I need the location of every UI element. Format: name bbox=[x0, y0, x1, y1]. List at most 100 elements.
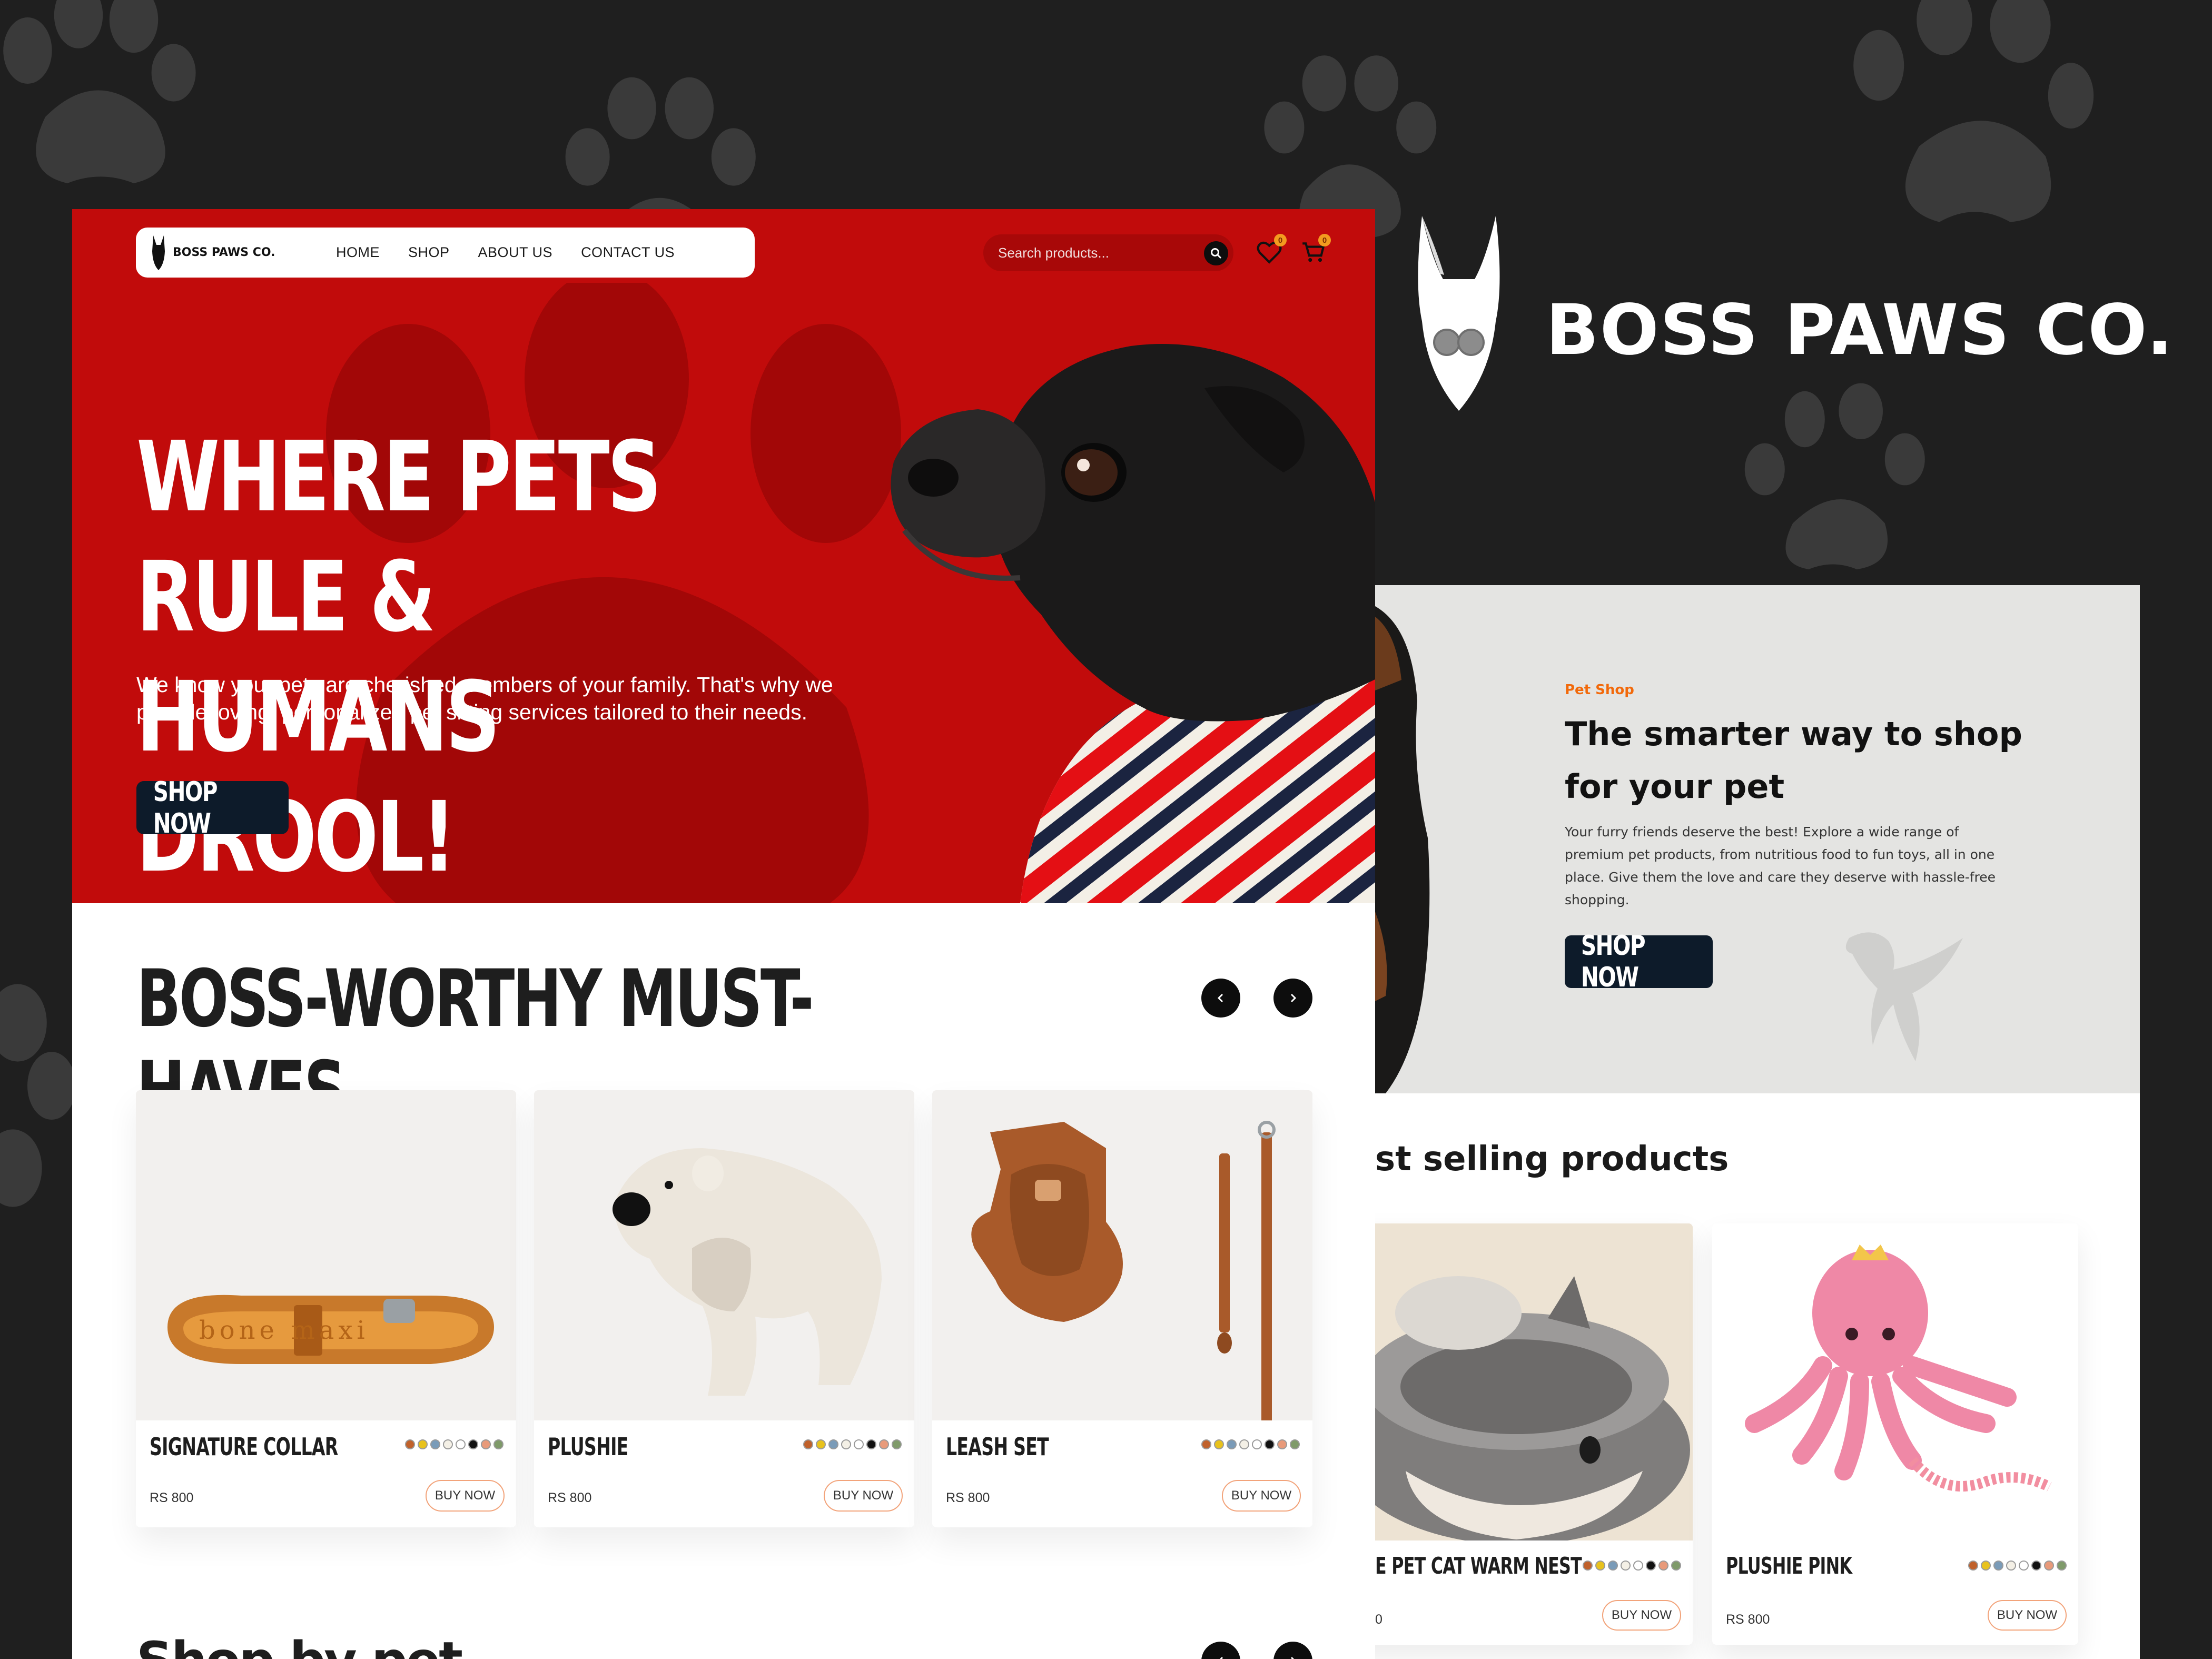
product-card[interactable]: bone maxi SIGNATURE COLLAR RS 800 BUY NO… bbox=[136, 1090, 516, 1527]
search-button[interactable] bbox=[1204, 241, 1228, 265]
color-swatch[interactable] bbox=[481, 1439, 491, 1449]
color-swatch[interactable] bbox=[1671, 1561, 1681, 1571]
color-swatch[interactable] bbox=[2031, 1561, 2041, 1571]
product-card[interactable]: LEASH SET RS 800 BUY NOW bbox=[932, 1090, 1312, 1527]
pet-shop-banner: Pet Shop The smarter way to shop for you… bbox=[1375, 585, 2140, 1093]
logo-text: BOSS PAWS CO. bbox=[173, 246, 275, 259]
best-selling-title: st selling products bbox=[1375, 1140, 1729, 1179]
carousel-next-button[interactable] bbox=[1273, 1642, 1312, 1659]
color-swatch[interactable] bbox=[1595, 1561, 1605, 1571]
color-swatch[interactable] bbox=[2057, 1561, 2067, 1571]
color-swatch[interactable] bbox=[1646, 1561, 1656, 1571]
nav-shop[interactable]: SHOP bbox=[408, 244, 450, 261]
color-swatch[interactable] bbox=[828, 1439, 838, 1449]
paw-print-decoration bbox=[1853, 0, 2094, 222]
color-swatch[interactable] bbox=[1633, 1561, 1643, 1571]
color-swatch[interactable] bbox=[1290, 1439, 1300, 1449]
product-image bbox=[534, 1090, 914, 1420]
brand-name: BOSS PAWS CO. bbox=[1546, 290, 2174, 371]
search-input[interactable] bbox=[998, 244, 1193, 261]
color-swatch[interactable] bbox=[405, 1439, 415, 1449]
product-image bbox=[1375, 1223, 1693, 1545]
banner-shop-now-label: SHOP NOW bbox=[1581, 930, 1646, 993]
color-swatch[interactable] bbox=[2006, 1561, 2016, 1571]
product-card[interactable]: PLUSHIE PINK RS 800 BUY NOW bbox=[1712, 1223, 2078, 1645]
buy-now-button[interactable]: BUY NOW bbox=[1988, 1600, 2067, 1631]
parrot-silhouette-icon bbox=[1845, 932, 1963, 1061]
dachshund-image bbox=[1375, 606, 1430, 1093]
carousel-prev-button[interactable] bbox=[1201, 979, 1240, 1018]
color-swatch[interactable] bbox=[1227, 1439, 1237, 1449]
color-swatch[interactable] bbox=[1968, 1561, 1978, 1571]
logo[interactable]: BOSS PAWS CO. bbox=[152, 235, 310, 270]
nav-contact-us[interactable]: CONTACT US bbox=[581, 244, 675, 261]
banner-title-line-1: The smarter way to shop bbox=[1565, 715, 2022, 753]
carousel-prev-button[interactable] bbox=[1201, 1642, 1240, 1659]
product-price: 0 bbox=[1375, 1612, 1382, 1627]
collar-image: bone maxi bbox=[167, 1295, 494, 1364]
color-swatch[interactable] bbox=[1252, 1439, 1262, 1449]
color-swatches bbox=[803, 1439, 902, 1449]
dog-head-logo-icon bbox=[1418, 216, 1500, 411]
product-card[interactable]: PLUSHIE RS 800 BUY NOW bbox=[534, 1090, 914, 1527]
banner-shop-now-button[interactable]: SHOP NOW bbox=[1565, 930, 1713, 993]
buy-now-button[interactable]: BUY NOW bbox=[824, 1480, 903, 1512]
buy-now-button[interactable]: BUY NOW bbox=[1602, 1600, 1681, 1631]
hero-shop-now-button[interactable]: SHOP NOW bbox=[136, 776, 289, 840]
svg-text:bone maxi: bone maxi bbox=[199, 1316, 369, 1345]
color-swatch[interactable] bbox=[2019, 1561, 2029, 1571]
search-bar bbox=[983, 234, 1233, 271]
cat-warm-nest-image bbox=[1375, 1223, 1693, 1545]
chevron-left-icon bbox=[1219, 1656, 1223, 1659]
product-card[interactable]: E PET CAT WARM NEST 0 BUY NOW bbox=[1375, 1223, 1693, 1645]
banner-description: Your furry friends deserve the best! Exp… bbox=[1565, 824, 1996, 907]
hero-description: We know your pets are cherished members … bbox=[136, 673, 833, 724]
product-price: RS 800 bbox=[150, 1490, 194, 1505]
product-image bbox=[1712, 1223, 2078, 1540]
dog-head-logo-icon bbox=[152, 235, 165, 270]
color-swatch[interactable] bbox=[1277, 1439, 1287, 1449]
color-swatch[interactable] bbox=[854, 1439, 864, 1449]
paw-print-decoration bbox=[1744, 383, 1925, 569]
color-swatch[interactable] bbox=[1608, 1561, 1618, 1571]
color-swatch[interactable] bbox=[803, 1439, 813, 1449]
color-swatch[interactable] bbox=[841, 1439, 851, 1449]
cart-button[interactable]: 0 bbox=[1300, 234, 1331, 265]
nav-home[interactable]: HOME bbox=[336, 244, 380, 261]
color-swatch[interactable] bbox=[1993, 1561, 2003, 1571]
color-swatch[interactable] bbox=[816, 1439, 826, 1449]
color-swatch[interactable] bbox=[1201, 1439, 1211, 1449]
color-swatch[interactable] bbox=[2044, 1561, 2054, 1571]
color-swatch[interactable] bbox=[1981, 1561, 1991, 1571]
harness-leash-image bbox=[971, 1121, 1276, 1427]
color-swatch[interactable] bbox=[1583, 1561, 1593, 1571]
buy-now-button[interactable]: BUY NOW bbox=[1222, 1480, 1301, 1512]
color-swatch[interactable] bbox=[892, 1439, 902, 1449]
color-swatch[interactable] bbox=[1214, 1439, 1224, 1449]
product-price: RS 800 bbox=[1726, 1612, 1770, 1627]
pug-in-sweater-image bbox=[891, 344, 1375, 903]
chevron-right-icon bbox=[1290, 1656, 1295, 1659]
nav-about-us[interactable]: ABOUT US bbox=[478, 244, 553, 261]
wishlist-button[interactable]: 0 bbox=[1256, 234, 1287, 265]
carousel-next-button[interactable] bbox=[1273, 979, 1312, 1018]
color-swatch[interactable] bbox=[456, 1439, 466, 1449]
color-swatch[interactable] bbox=[1265, 1439, 1275, 1449]
color-swatch[interactable] bbox=[1239, 1439, 1249, 1449]
color-swatch[interactable] bbox=[468, 1439, 478, 1449]
cart-count-badge: 0 bbox=[1318, 234, 1331, 246]
product-name: SIGNATURE COLLAR bbox=[150, 1433, 338, 1461]
color-swatch[interactable] bbox=[1658, 1561, 1668, 1571]
color-swatch[interactable] bbox=[879, 1439, 889, 1449]
color-swatches bbox=[405, 1439, 503, 1449]
product-name: LEASH SET bbox=[946, 1433, 1049, 1461]
product-price: RS 800 bbox=[946, 1490, 990, 1505]
color-swatch[interactable] bbox=[493, 1439, 503, 1449]
color-swatch[interactable] bbox=[443, 1439, 453, 1449]
color-swatch[interactable] bbox=[1621, 1561, 1631, 1571]
buy-now-button[interactable]: BUY NOW bbox=[426, 1480, 505, 1512]
color-swatch[interactable] bbox=[866, 1439, 876, 1449]
color-swatches bbox=[1201, 1439, 1300, 1449]
color-swatch[interactable] bbox=[418, 1439, 428, 1449]
color-swatch[interactable] bbox=[430, 1439, 440, 1449]
